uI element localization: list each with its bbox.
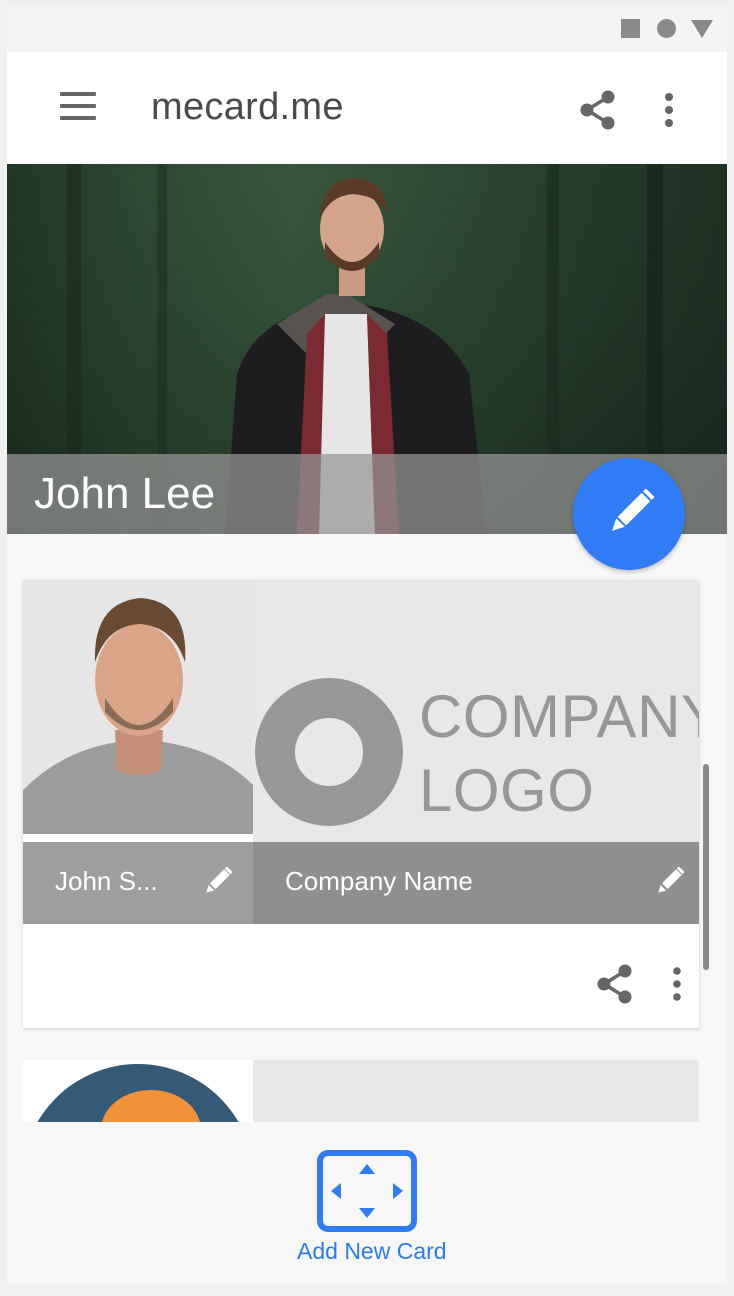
- business-card-2[interactable]: [23, 1060, 699, 1124]
- logo-line1: COMPANY: [419, 683, 699, 750]
- share-icon[interactable]: [576, 88, 620, 132]
- card-photo: [23, 580, 253, 834]
- company-logo-text: COMPANY LOGO: [419, 680, 699, 828]
- edit-name-pencil-icon[interactable]: [199, 864, 235, 900]
- home-icon[interactable]: [657, 19, 676, 38]
- business-card[interactable]: COMPANY LOGO John S... Company Name: [23, 580, 699, 1028]
- scrollbar[interactable]: [703, 764, 709, 970]
- app-bar: mecard.me: [7, 52, 727, 164]
- company-logo-area: COMPANY LOGO: [253, 580, 699, 842]
- app-title: mecard.me: [151, 86, 344, 128]
- pencil-icon: [612, 488, 655, 531]
- app-frame: mecard.me John Lee COMPANY LOGO John S..…: [7, 6, 727, 1284]
- back-icon[interactable]: [691, 20, 713, 38]
- recent-apps-icon[interactable]: [621, 19, 640, 38]
- card-more-vert-icon[interactable]: [667, 964, 687, 1004]
- card2-avatar: [23, 1060, 253, 1124]
- card-company-bar: Company Name: [253, 842, 699, 924]
- menu-icon[interactable]: [57, 92, 97, 122]
- more-vert-icon[interactable]: [657, 88, 681, 132]
- card2-logo-area: [253, 1060, 699, 1124]
- add-card-icon: [317, 1150, 417, 1232]
- edit-profile-button[interactable]: [573, 458, 685, 570]
- company-logo-ring-icon: [255, 678, 403, 826]
- card-company-name: Company Name: [285, 866, 473, 896]
- add-new-card-button[interactable]: Add New Card: [297, 1150, 447, 1264]
- card-name-bar: John S...: [23, 842, 253, 924]
- logo-line2: LOGO: [419, 757, 595, 824]
- card-share-icon[interactable]: [593, 962, 637, 1006]
- edit-company-pencil-icon[interactable]: [651, 864, 687, 900]
- bottom-bar: Add New Card: [7, 1122, 727, 1284]
- profile-name: John Lee: [34, 469, 216, 518]
- card-person-name: John S...: [55, 866, 158, 896]
- system-status-bar: [7, 6, 727, 52]
- add-new-card-label: Add New Card: [297, 1238, 447, 1264]
